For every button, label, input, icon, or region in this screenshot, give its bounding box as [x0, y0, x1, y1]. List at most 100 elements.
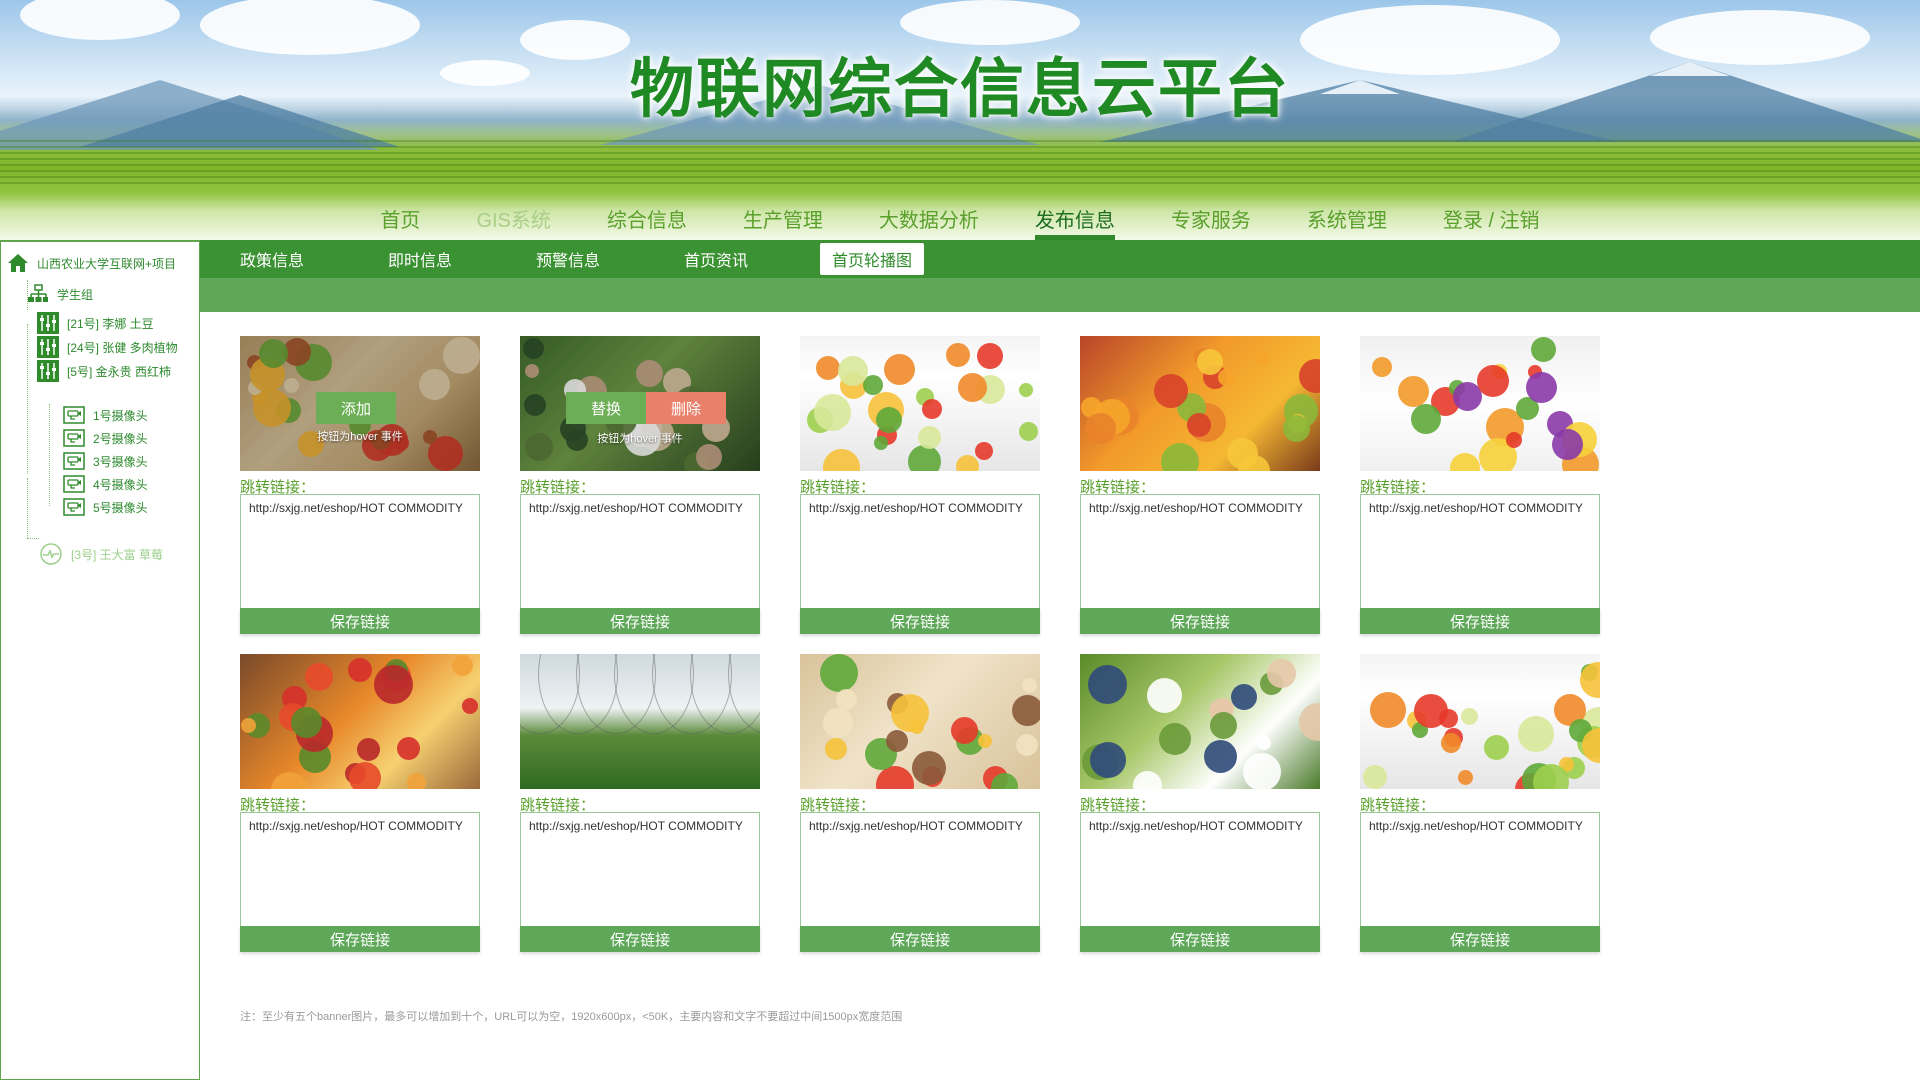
save-link-button[interactable]: 保存链接 — [800, 608, 1040, 634]
link-url-textarea[interactable]: http://sxjg.net/eshop/HOT COMMODITY — [1080, 812, 1320, 926]
link-url-textarea[interactable]: http://sxjg.net/eshop/HOT COMMODITY — [1360, 812, 1600, 926]
banner-image[interactable]: 替换 删除 按钮为hover 事件 — [520, 336, 760, 471]
save-link-button[interactable]: 保存链接 — [520, 608, 760, 634]
banner-image[interactable] — [1360, 654, 1600, 789]
replace-button[interactable]: 替换 — [566, 392, 646, 424]
nav-item[interactable]: 大数据分析 — [851, 196, 1007, 240]
banner-image[interactable] — [1360, 336, 1600, 471]
tree-camera[interactable]: 3号摄像头 — [63, 452, 148, 470]
footnote: 注：至少有五个banner图片，最多可以增加到十个，URL可以为空，1920x6… — [240, 1011, 903, 1023]
produce-decoration — [291, 707, 322, 738]
produce-decoration — [816, 356, 840, 380]
produce-decoration — [825, 738, 847, 760]
produce-decoration — [348, 658, 372, 682]
produce-decoration — [241, 718, 256, 733]
tree-project[interactable]: [21号] 李娜 土豆 — [37, 312, 154, 334]
banner-image[interactable] — [800, 336, 1040, 471]
banner-card: 跳转链接： http://sxjg.net/eshop/HOT COMMODITY… — [1360, 654, 1600, 952]
delete-button[interactable]: 删除 — [646, 392, 726, 424]
save-link-button[interactable]: 保存链接 — [240, 608, 480, 634]
link-url-textarea[interactable]: http://sxjg.net/eshop/HOT COMMODITY — [1080, 494, 1320, 608]
produce-decoration — [820, 654, 858, 692]
tree-connector — [27, 538, 39, 539]
link-url-textarea[interactable]: http://sxjg.net/eshop/HOT COMMODITY — [1360, 494, 1600, 608]
camera-icon — [63, 452, 85, 470]
produce-decoration — [1256, 352, 1270, 366]
produce-decoration — [1477, 365, 1509, 397]
tree-project[interactable]: [5号] 金永贵 西红柿 — [37, 360, 171, 382]
banner-image[interactable] — [520, 654, 760, 789]
tree-root[interactable]: 山西农业大学互联网+项目 — [7, 252, 176, 274]
produce-decoration — [349, 762, 381, 789]
banner-image[interactable]: 添加按钮为hover 事件 — [240, 336, 480, 471]
subnav-item[interactable]: 预警信息 — [524, 243, 672, 275]
produce-decoration — [876, 407, 902, 433]
produce-decoration — [874, 436, 888, 450]
tree-group[interactable]: 学生组 — [27, 284, 93, 304]
nav-item[interactable]: 综合信息 — [579, 196, 715, 240]
tree-camera[interactable]: 2号摄像头 — [63, 429, 148, 447]
cloud-decoration — [20, 0, 180, 40]
nav-item[interactable]: 发布信息 — [1007, 196, 1143, 240]
produce-decoration — [814, 394, 851, 431]
add-button[interactable]: 添加 — [316, 392, 396, 424]
link-url-textarea[interactable]: http://sxjg.net/eshop/HOT COMMODITY — [240, 494, 480, 608]
link-url-textarea[interactable]: http://sxjg.net/eshop/HOT COMMODITY — [800, 812, 1040, 926]
camera-icon — [63, 475, 85, 493]
produce-decoration — [1090, 742, 1126, 778]
subnav-item[interactable]: 首页轮播图 — [820, 243, 924, 275]
banner-card: 跳转链接： http://sxjg.net/eshop/HOT COMMODITY… — [240, 654, 480, 952]
camera-icon — [63, 406, 85, 424]
produce-decoration — [1372, 357, 1392, 377]
banner-card: 替换 删除 按钮为hover 事件 跳转链接： http://sxjg.net/esho… — [520, 336, 760, 634]
main-nav: 首页 GIS系统 综合信息 生产管理 大数据分析 发布信息 专家服务 系统管理 登录 / 注销 — [0, 196, 1920, 240]
produce-decoration — [951, 717, 978, 744]
nav-item[interactable]: 生产管理 — [715, 196, 851, 240]
nav-item[interactable]: GIS系统 — [448, 196, 578, 240]
produce-decoration — [823, 449, 860, 471]
tree-camera-label: 5号摄像头 — [93, 500, 148, 515]
hover-note: 按钮为hover 事件 — [317, 431, 403, 443]
banner-image[interactable] — [800, 654, 1040, 789]
produce-decoration — [1088, 665, 1127, 704]
produce-decoration — [1461, 708, 1478, 725]
tree-project-label: [24号] 张健 多肉植物 — [67, 340, 178, 355]
save-link-button[interactable]: 保存链接 — [520, 926, 760, 952]
camera-icon — [63, 429, 85, 447]
save-link-button[interactable]: 保存链接 — [1080, 926, 1320, 952]
tree-camera[interactable]: 4号摄像头 — [63, 475, 148, 493]
save-link-button[interactable]: 保存链接 — [1360, 926, 1600, 952]
produce-decoration — [1411, 404, 1441, 434]
subnav-item[interactable]: 政策信息 — [228, 243, 376, 275]
nav-item[interactable]: 首页 — [352, 196, 448, 240]
link-url-textarea[interactable]: http://sxjg.net/eshop/HOT COMMODITY — [240, 812, 480, 926]
tree-project[interactable]: [24号] 张健 多肉植物 — [37, 336, 178, 358]
save-link-button[interactable]: 保存链接 — [240, 926, 480, 952]
produce-decoration — [991, 773, 1018, 789]
produce-decoration — [462, 698, 478, 714]
save-link-button[interactable]: 保存链接 — [1360, 608, 1600, 634]
produce-decoration — [836, 689, 857, 710]
subnav-item[interactable]: 首页资讯 — [672, 243, 820, 275]
banner-image[interactable] — [1080, 654, 1320, 789]
signal-icon — [39, 542, 63, 566]
banner-image[interactable] — [1080, 336, 1320, 471]
nav-item[interactable]: 登录 / 注销 — [1415, 196, 1568, 240]
produce-decoration — [1022, 678, 1037, 693]
tree-project-inactive[interactable]: [3号] 王大富 草莓 — [39, 542, 163, 566]
tree-camera[interactable]: 1号摄像头 — [63, 406, 148, 424]
link-url-textarea[interactable]: http://sxjg.net/eshop/HOT COMMODITY — [800, 494, 1040, 608]
nav-item[interactable]: 系统管理 — [1279, 196, 1415, 240]
tree-camera[interactable]: 5号摄像头 — [63, 498, 148, 516]
produce-decoration — [305, 663, 333, 691]
banner-card: 跳转链接： http://sxjg.net/eshop/HOT COMMODITY… — [800, 336, 1040, 634]
save-link-button[interactable]: 保存链接 — [800, 926, 1040, 952]
link-url-textarea[interactable]: http://sxjg.net/eshop/HOT COMMODITY — [520, 812, 760, 926]
produce-decoration — [1243, 753, 1281, 789]
nav-item[interactable]: 专家服务 — [1143, 196, 1279, 240]
subnav-item[interactable]: 即时信息 — [376, 243, 524, 275]
save-link-button[interactable]: 保存链接 — [1080, 608, 1320, 634]
banner-image[interactable] — [240, 654, 480, 789]
tree-connector — [27, 324, 28, 474]
link-url-textarea[interactable]: http://sxjg.net/eshop/HOT COMMODITY — [520, 494, 760, 608]
